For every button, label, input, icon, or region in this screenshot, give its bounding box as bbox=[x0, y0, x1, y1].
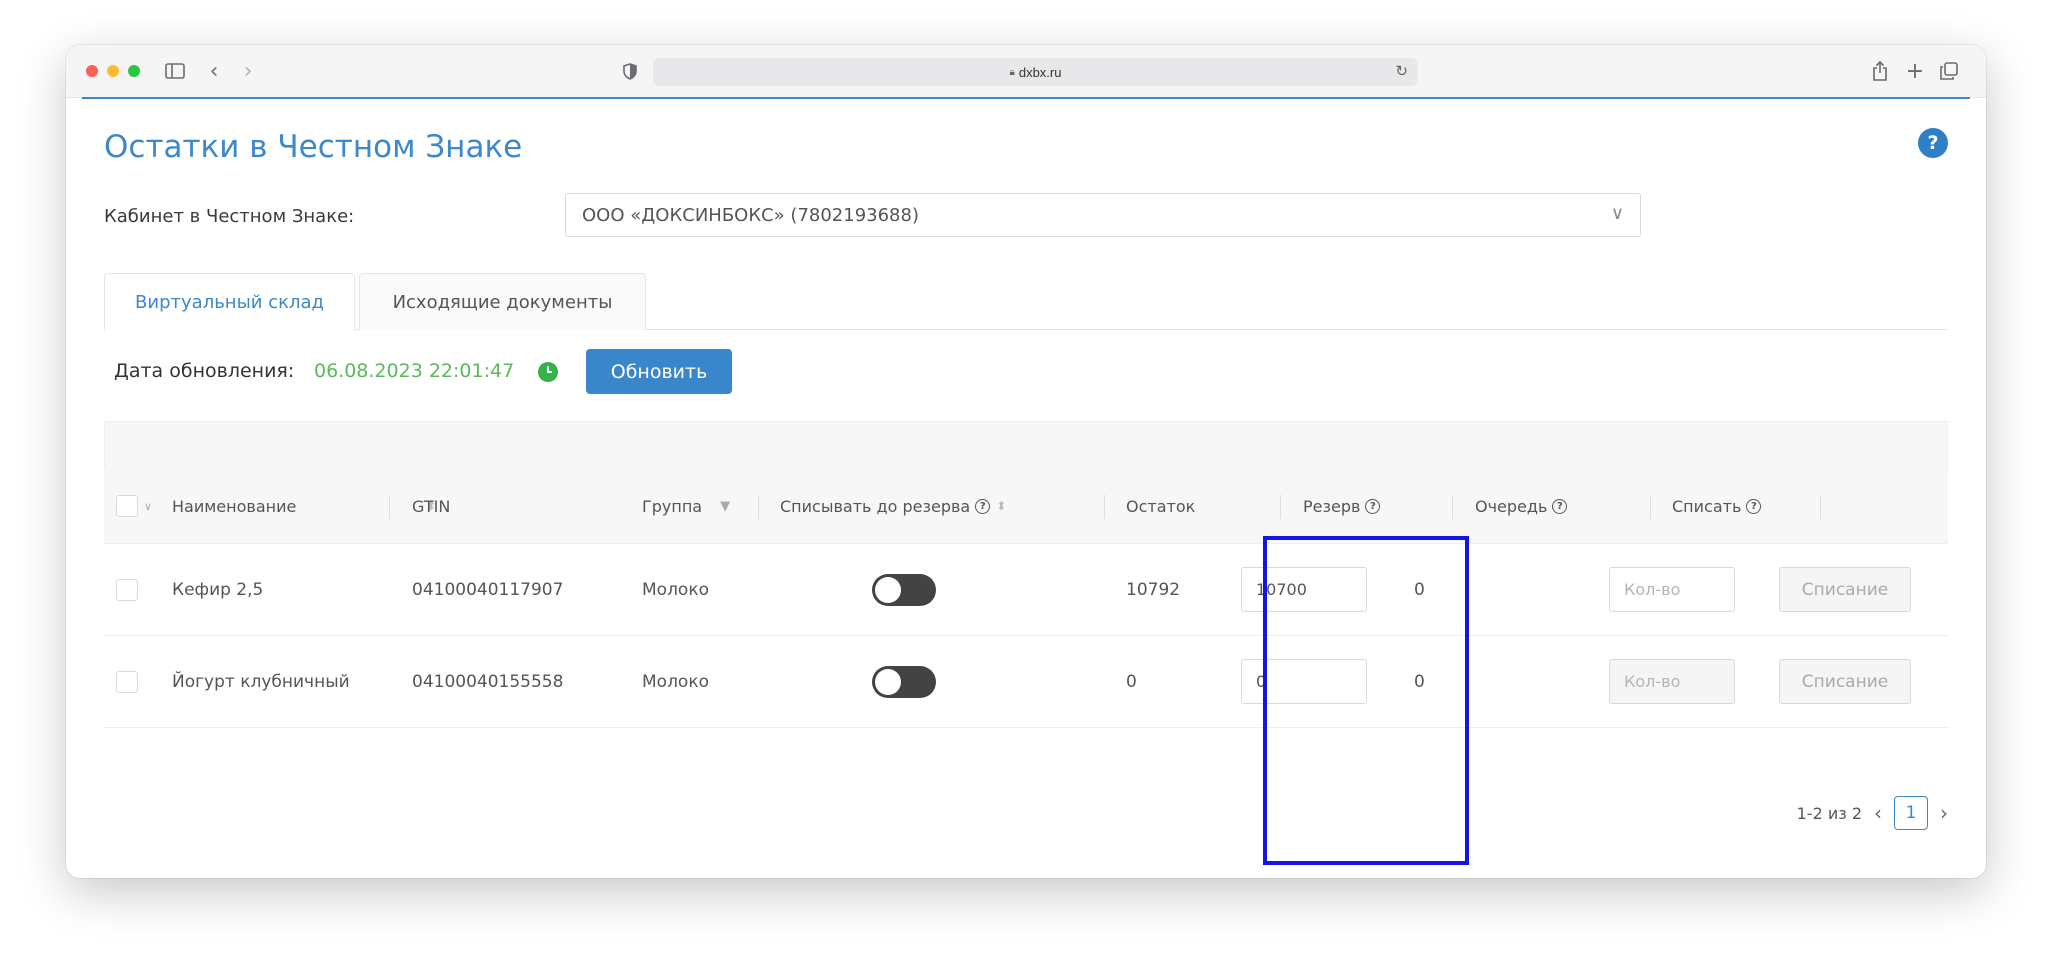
column-name[interactable]: Наименование ⬍ bbox=[172, 468, 436, 544]
new-tab-icon[interactable]: + bbox=[1904, 56, 1926, 86]
page-button[interactable]: 1 bbox=[1894, 796, 1928, 830]
column-name-label: Наименование bbox=[172, 496, 297, 516]
column-queue-label: Очередь bbox=[1475, 496, 1548, 516]
tabs-overview-icon[interactable] bbox=[1938, 56, 1960, 86]
column-group[interactable]: Группа ▼ bbox=[642, 468, 730, 544]
question-icon[interactable]: ? bbox=[975, 498, 991, 514]
reserve-input[interactable]: 0 bbox=[1241, 659, 1367, 704]
column-divider bbox=[1452, 495, 1453, 519]
row-checkbox[interactable] bbox=[116, 671, 138, 693]
cabinet-label: Кабинет в Честном Знаке: bbox=[104, 206, 355, 227]
clock-icon bbox=[538, 362, 558, 382]
cell-gtin: 04100040117907 bbox=[412, 580, 564, 600]
lock-icon: 🔒︎ bbox=[1009, 66, 1015, 78]
share-icon[interactable] bbox=[1869, 56, 1891, 86]
update-date-label: Дата обновления: bbox=[114, 360, 295, 382]
cell-queue: 0 bbox=[1414, 672, 1425, 692]
column-write-off-to-reserve[interactable]: Списывать до резерва ? ⬍ bbox=[780, 468, 1006, 544]
chevron-down-icon: ∨ bbox=[1610, 203, 1624, 224]
address-bar[interactable]: 🔒︎ dxbx.ru ↻ bbox=[653, 58, 1418, 86]
close-window-button[interactable] bbox=[86, 65, 98, 77]
question-icon[interactable]: ? bbox=[1552, 498, 1568, 514]
column-group-label: Группа bbox=[642, 496, 703, 516]
help-icon[interactable]: ? bbox=[1918, 128, 1948, 158]
sidebar-icon[interactable] bbox=[162, 56, 188, 86]
select-dropdown-icon[interactable]: ∨ bbox=[144, 468, 152, 544]
stock-table: ∨ Наименование ⬍ GTIN Группа ▼ Списывать… bbox=[104, 421, 1948, 728]
cabinet-select-value: ООО «ДОКСИНБОКС» (7802193688) bbox=[582, 204, 919, 226]
cell-balance: 10792 bbox=[1126, 580, 1181, 600]
update-date-value: 06.08.2023 22:01:47 bbox=[314, 360, 515, 382]
next-page-icon[interactable]: › bbox=[1940, 801, 1948, 825]
tab-bar: Виртуальный склад Исходящие документы bbox=[104, 273, 1948, 331]
table-row: Кефир 2,5 04100040117907 Молоко 10792 10… bbox=[104, 544, 1948, 636]
back-icon[interactable]: ‹ bbox=[204, 56, 224, 86]
question-icon[interactable]: ? bbox=[1365, 498, 1381, 514]
browser-window: ‹ › 🔒︎ dxbx.ru ↻ + Остатки в Честном Зна… bbox=[66, 45, 1986, 878]
tab-outgoing-documents[interactable]: Исходящие документы bbox=[359, 273, 646, 330]
pagination: 1-2 из 2 ‹ 1 › bbox=[1797, 796, 1948, 830]
quantity-input[interactable]: Кол-во bbox=[1609, 567, 1735, 612]
column-write-off-to-reserve-label: Списывать до резерва bbox=[780, 496, 971, 516]
privacy-shield-icon[interactable] bbox=[619, 56, 641, 86]
minimize-window-button[interactable] bbox=[107, 65, 119, 77]
column-gtin: GTIN bbox=[412, 496, 451, 516]
column-reserve: Резерв ? bbox=[1303, 468, 1381, 544]
pagination-summary: 1-2 из 2 bbox=[1796, 803, 1862, 823]
column-divider bbox=[1650, 495, 1651, 519]
cell-group: Молоко bbox=[642, 672, 710, 692]
prev-page-icon[interactable]: ‹ bbox=[1874, 801, 1882, 825]
column-divider bbox=[1104, 495, 1105, 519]
cell-name: Кефир 2,5 bbox=[172, 580, 264, 600]
column-divider bbox=[389, 495, 390, 519]
select-all-checkbox[interactable] bbox=[116, 495, 138, 517]
table-toolbar bbox=[104, 421, 1948, 468]
reload-icon[interactable]: ↻ bbox=[1395, 62, 1408, 80]
filter-icon[interactable]: ▼ bbox=[720, 499, 730, 514]
table-row: Йогурт клубничный 04100040155558 Молоко … bbox=[104, 636, 1948, 728]
row-checkbox[interactable] bbox=[116, 579, 138, 601]
table-header: ∨ Наименование ⬍ GTIN Группа ▼ Списывать… bbox=[104, 468, 1948, 544]
column-queue: Очередь ? bbox=[1475, 468, 1568, 544]
write-off-to-reserve-toggle[interactable] bbox=[872, 666, 936, 698]
cell-balance: 0 bbox=[1126, 672, 1137, 692]
cell-queue: 0 bbox=[1414, 580, 1425, 600]
page-content: Остатки в Честном Знаке ? Кабинет в Чест… bbox=[66, 98, 1986, 878]
column-write-off-label: Списать bbox=[1672, 496, 1742, 516]
column-reserve-label: Резерв bbox=[1303, 496, 1361, 516]
browser-toolbar: ‹ › 🔒︎ dxbx.ru ↻ + bbox=[66, 45, 1986, 99]
cell-name: Йогурт клубничный bbox=[172, 672, 350, 692]
sort-icon[interactable]: ⬍ bbox=[996, 499, 1006, 513]
tab-virtual-warehouse[interactable]: Виртуальный склад bbox=[104, 273, 355, 331]
zoom-window-button[interactable] bbox=[128, 65, 140, 77]
write-off-button[interactable]: Списание bbox=[1779, 659, 1911, 704]
column-balance: Остаток bbox=[1126, 496, 1196, 516]
reserve-input[interactable]: 10700 bbox=[1241, 567, 1367, 612]
question-icon[interactable]: ? bbox=[1746, 498, 1762, 514]
cabinet-select[interactable]: ООО «ДОКСИНБОКС» (7802193688) ∨ bbox=[565, 193, 1641, 237]
cell-gtin: 04100040155558 bbox=[412, 672, 564, 692]
page-title: Остатки в Честном Знаке bbox=[104, 129, 523, 165]
quantity-input[interactable]: Кол-во bbox=[1609, 659, 1735, 704]
write-off-button[interactable]: Списание bbox=[1779, 567, 1911, 612]
cell-group: Молоко bbox=[642, 580, 710, 600]
column-divider bbox=[1280, 495, 1281, 519]
column-write-off: Списать ? bbox=[1672, 468, 1762, 544]
traffic-lights bbox=[86, 65, 140, 77]
column-divider bbox=[758, 495, 759, 519]
column-divider bbox=[1820, 495, 1821, 519]
write-off-to-reserve-toggle[interactable] bbox=[872, 574, 936, 606]
refresh-button[interactable]: Обновить bbox=[586, 349, 732, 394]
forward-icon[interactable]: › bbox=[238, 56, 258, 86]
url-text: dxbx.ru bbox=[1018, 64, 1062, 80]
